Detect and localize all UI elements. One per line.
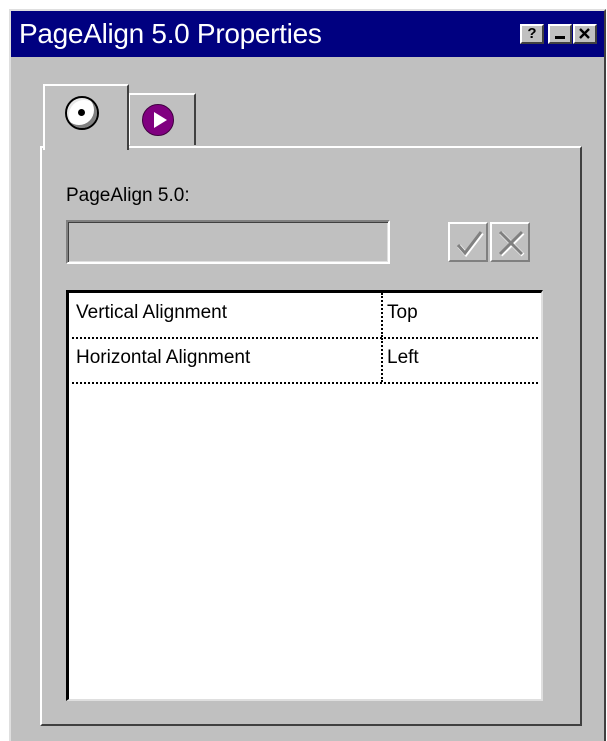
window-title: PageAlign 5.0 Properties: [19, 18, 322, 49]
tab-general[interactable]: [43, 84, 129, 154]
disc-icon: [65, 96, 99, 130]
property-value[interactable]: Left: [387, 347, 419, 369]
tab-panel: PageAlign 5.0: Vertical Alignment Top Ho…: [40, 146, 582, 726]
column-divider: [381, 338, 383, 382]
help-icon: ?: [527, 25, 537, 42]
title-bar[interactable]: PageAlign 5.0 Properties ?: [11, 11, 604, 57]
close-button[interactable]: [573, 24, 597, 44]
property-row[interactable]: Vertical Alignment Top: [72, 293, 538, 339]
property-list[interactable]: Vertical Alignment Top Horizontal Alignm…: [66, 290, 543, 701]
check-icon: [456, 231, 484, 258]
tab-run[interactable]: [128, 93, 196, 145]
column-divider: [381, 293, 383, 337]
properties-window: PageAlign 5.0 Properties ? PageAlign 5.0…: [9, 9, 606, 741]
property-row[interactable]: Horizontal Alignment Left: [72, 338, 538, 384]
pagealign-label: PageAlign 5.0:: [66, 185, 190, 206]
property-name: Horizontal Alignment: [76, 347, 251, 368]
minimize-button[interactable]: [548, 24, 572, 44]
close-icon: [579, 28, 590, 39]
cancel-button[interactable]: [490, 222, 530, 262]
confirm-button[interactable]: [448, 222, 488, 262]
x-icon: [498, 230, 525, 257]
property-name: Vertical Alignment: [76, 302, 228, 323]
property-value[interactable]: Top: [387, 302, 418, 324]
minimize-icon: [555, 36, 565, 39]
pagealign-input[interactable]: [66, 220, 390, 264]
help-button[interactable]: ?: [520, 24, 544, 44]
play-icon: [142, 104, 174, 136]
